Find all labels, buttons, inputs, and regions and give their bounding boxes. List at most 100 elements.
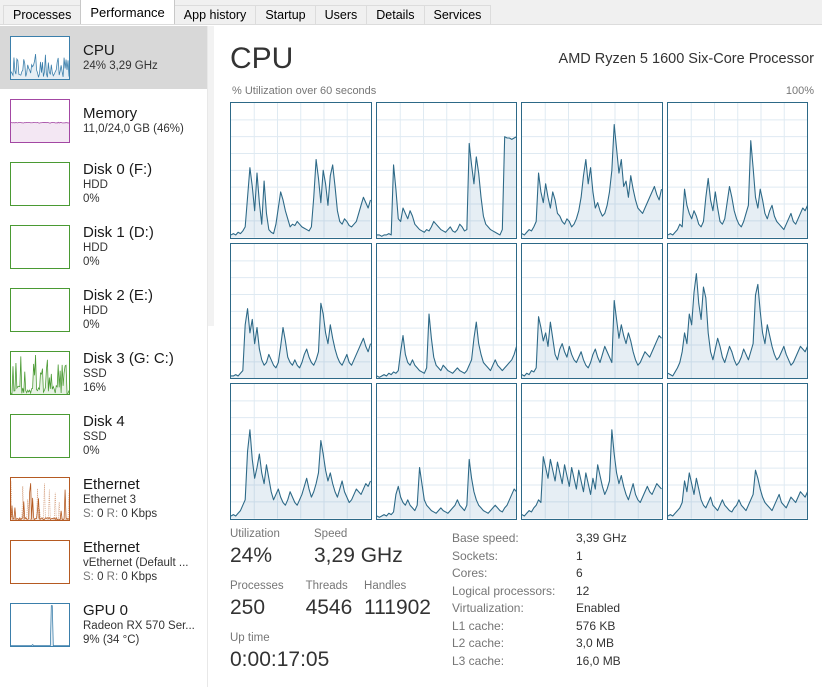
sidebar-item-metric: 0%	[83, 319, 100, 331]
sidebar-item-text: Disk 4 SSD 0%	[83, 413, 125, 458]
sidebar-thumbnail-graph	[10, 35, 70, 80]
sidebar-thumbnail-graph	[10, 161, 70, 206]
sidebar-item-metric: 0%	[83, 445, 100, 457]
stat-handles-value: 111902	[364, 596, 431, 619]
sidebar-item-disk-4[interactable]: Disk 4 SSD 0%	[0, 404, 207, 467]
processor-name: AMD Ryzen 5 1600 Six-Core Processor	[558, 51, 814, 67]
spec-row: Logical processors: 12	[452, 583, 792, 601]
chart-axis-label: % Utilization over 60 seconds	[232, 85, 377, 97]
sidebar-item-title: Ethernet	[83, 539, 140, 556]
stat-processes-value: 250	[230, 596, 266, 619]
tab-details[interactable]: Details	[366, 5, 425, 24]
spec-value: 12	[576, 583, 590, 598]
cpu-core-graph[interactable]	[375, 102, 517, 239]
logical-processor-graph-grid[interactable]	[230, 102, 808, 520]
tab-performance[interactable]: Performance	[80, 0, 175, 24]
sidebar-item-disk-1-d[interactable]: Disk 1 (D:) HDD 0%	[0, 215, 207, 278]
sidebar-item-memory[interactable]: Memory 11,0/24,0 GB (46%)	[0, 89, 207, 152]
cpu-core-graph[interactable]	[230, 242, 372, 380]
sidebar-item-title: Disk 1 (D:)	[83, 224, 154, 241]
cpu-detail-panel: CPU AMD Ryzen 5 1600 Six-Core Processor …	[216, 26, 822, 687]
stat-uptime: Up time 0:00:17:05	[230, 630, 329, 674]
sidebar-item-disk-2-e[interactable]: Disk 2 (E:) HDD 0%	[0, 278, 207, 341]
sidebar-item-metric: 0%	[83, 256, 100, 268]
sidebar-item-ethernet[interactable]: Ethernet Ethernet 3 S: 0 R: 0 Kbps	[0, 467, 207, 530]
sidebar-item-text: Disk 0 (F:) HDD 0%	[83, 161, 152, 206]
cpu-core-graph[interactable]	[230, 102, 372, 239]
sidebar-item-subtitle: Ethernet 3	[83, 494, 137, 506]
stat-utilization-value: 24%	[230, 544, 273, 567]
spec-value: 16,0 MB	[576, 653, 621, 668]
cpu-core-graph[interactable]	[666, 242, 808, 380]
resource-sidebar[interactable]: CPU 24% 3,29 GHz Memory 11,0/24,0 GB (46%) D…	[0, 26, 207, 687]
sidebar-item-title: GPU 0	[83, 602, 129, 619]
sidebar-item-text: Disk 3 (G: C:) SSD 16%	[83, 350, 174, 395]
sidebar-item-title: Disk 2 (E:)	[83, 287, 154, 304]
cpu-core-graph[interactable]	[521, 242, 663, 380]
sidebar-thumbnail-graph	[10, 98, 70, 143]
tab-users[interactable]: Users	[314, 5, 368, 24]
spec-value: Enabled	[576, 601, 621, 615]
cpu-core-graph[interactable]	[521, 383, 663, 520]
sidebar-item-subtitle: HDD	[83, 242, 108, 254]
cpu-stats-left: Utilization 24% Speed 3,29 GHz Processes…	[230, 526, 445, 674]
sidebar-item-disk-0-f[interactable]: Disk 0 (F:) HDD 0%	[0, 152, 207, 215]
sidebar-item-text: GPU 0 Radeon RX 570 Ser... 9% (34 °C)	[83, 602, 195, 647]
cpu-core-graph[interactable]	[230, 383, 372, 520]
task-manager-window: Processes Performance App history Startup Us…	[0, 0, 822, 687]
sidebar-scrollbar[interactable]	[208, 26, 214, 687]
sidebar-item-subtitle: HDD	[83, 179, 108, 191]
tab-processes[interactable]: Processes	[3, 5, 82, 24]
sidebar-item-metric: S: 0 R: 0 Kbps	[83, 571, 158, 583]
sidebar-item-text: Disk 1 (D:) HDD 0%	[83, 224, 154, 269]
chart-axis-max: 100%	[785, 85, 814, 97]
tab-app-history[interactable]: App history	[173, 5, 257, 24]
page-title: CPU	[230, 42, 294, 75]
cpu-core-graph[interactable]	[375, 383, 517, 520]
cpu-stats: Utilization 24% Speed 3,29 GHz Processes…	[230, 526, 810, 686]
cpu-core-graph[interactable]	[666, 102, 808, 239]
stat-handles: Handles 111902	[364, 578, 445, 622]
sidebar-thumbnail-graph	[10, 350, 70, 395]
stat-threads: Threads 4546	[306, 578, 364, 622]
sidebar-item-subtitle: Radeon RX 570 Ser...	[83, 620, 195, 632]
tab-startup[interactable]: Startup	[255, 5, 316, 24]
spec-key: Sockets:	[452, 548, 499, 563]
sidebar-item-gpu-0[interactable]: GPU 0 Radeon RX 570 Ser... 9% (34 °C)	[0, 593, 207, 656]
stat-uptime-value: 0:00:17:05	[230, 648, 330, 671]
spec-row: Cores: 6	[452, 565, 792, 583]
spec-value: 1	[576, 548, 583, 563]
spec-value: 3,0 MB	[576, 636, 615, 650]
cpu-core-graph[interactable]	[666, 383, 808, 520]
spec-row: L2 cache: 3,0 MB	[452, 635, 792, 653]
sidebar-item-ethernet[interactable]: Ethernet vEthernet (Default ... S: 0 R: 0 …	[0, 530, 207, 593]
cpu-core-graph[interactable]	[521, 102, 663, 239]
stat-utilization-label: Utilization	[230, 528, 280, 540]
sidebar-item-subtitle: SSD	[83, 368, 107, 380]
sidebar-item-metric: 16%	[83, 382, 107, 394]
stat-processes-label: Processes	[230, 580, 284, 592]
sidebar-item-disk-3-g-c[interactable]: Disk 3 (G: C:) SSD 16%	[0, 341, 207, 404]
spec-key: Logical processors:	[452, 583, 556, 598]
sidebar-thumbnail-graph	[10, 476, 70, 521]
stat-utilization: Utilization 24%	[230, 526, 314, 570]
spec-value: 3,39 GHz	[576, 531, 627, 545]
sidebar-thumbnail-graph	[10, 413, 70, 458]
spec-key: L3 cache:	[452, 653, 505, 668]
spec-key: Cores:	[452, 566, 488, 580]
sidebar-scrollbar-thumb[interactable]	[208, 26, 214, 326]
sidebar-item-title: Disk 4	[83, 413, 125, 430]
sidebar-thumbnail-graph	[10, 539, 70, 584]
sidebar-item-subtitle: 24% 3,29 GHz	[83, 60, 158, 72]
spec-row: L1 cache: 576 KB	[452, 618, 792, 636]
sidebar-item-subtitle: HDD	[83, 305, 108, 317]
stat-handles-label: Handles	[364, 580, 407, 592]
tab-services[interactable]: Services	[423, 5, 492, 24]
sidebar-item-title: Disk 0 (F:)	[83, 161, 153, 178]
spec-row: Sockets: 1	[452, 548, 792, 566]
sidebar-item-cpu[interactable]: CPU 24% 3,29 GHz	[0, 26, 207, 89]
stat-threads-value: 4546	[305, 596, 353, 619]
sidebar-item-title: Memory	[83, 105, 138, 122]
sidebar-item-subtitle: vEthernet (Default ...	[83, 557, 189, 569]
cpu-core-graph[interactable]	[375, 242, 517, 380]
